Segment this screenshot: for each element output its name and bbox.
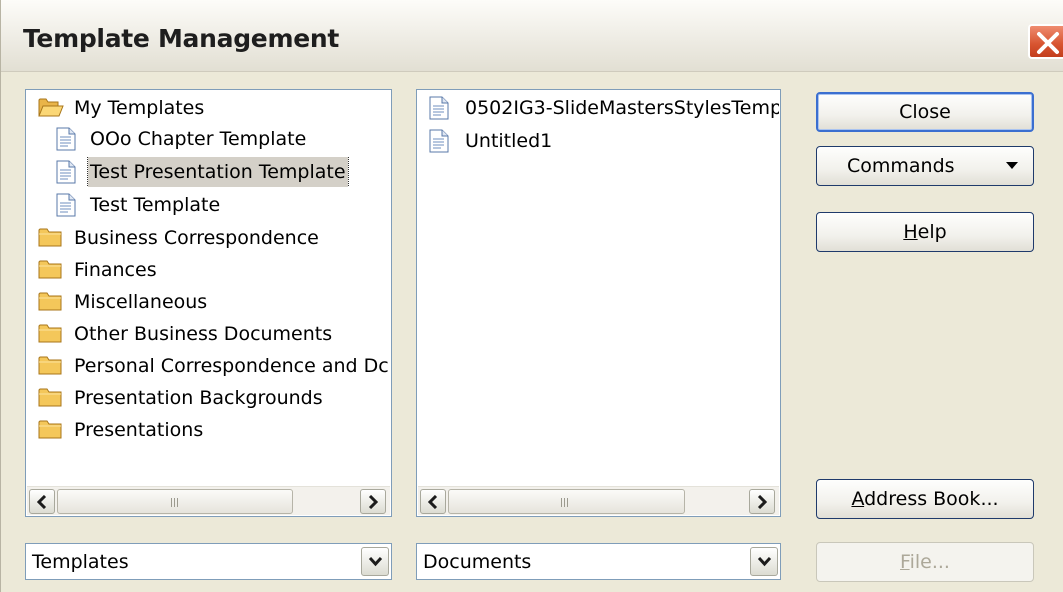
tree-item-label: Miscellaneous bbox=[74, 291, 208, 313]
document-icon bbox=[429, 96, 449, 123]
close-button[interactable]: Close bbox=[816, 92, 1034, 132]
tree-item-label: Personal Correspondence and Dc bbox=[74, 355, 389, 377]
tree-item-folder[interactable]: Presentations bbox=[36, 415, 391, 445]
folder-icon bbox=[38, 322, 62, 349]
tree-item-folder[interactable]: Presentation Backgrounds bbox=[36, 383, 391, 413]
scroll-right-button[interactable] bbox=[360, 489, 386, 514]
chevron-down-icon bbox=[758, 557, 771, 567]
folder-icon bbox=[38, 418, 62, 445]
tree-item-label: Presentations bbox=[74, 419, 204, 441]
file-button[interactable]: File... bbox=[816, 542, 1034, 582]
select-value: Templates bbox=[32, 551, 129, 573]
file-mnemonic: F bbox=[900, 551, 910, 573]
address-book-mnemonic: A bbox=[851, 488, 865, 510]
scrollbar-thumb[interactable] bbox=[57, 489, 293, 514]
dialog-title: Template Management bbox=[23, 24, 340, 53]
file-list-item[interactable]: 0502IG3-SlideMastersStylesTemp bbox=[429, 93, 779, 123]
document-icon bbox=[429, 129, 449, 156]
tree-item-label: Test Presentation Template bbox=[87, 157, 349, 187]
scroll-left-button[interactable] bbox=[29, 489, 55, 514]
folder-icon bbox=[38, 290, 62, 317]
tree-item-template[interactable]: Test Template bbox=[56, 190, 391, 220]
tree-item-template[interactable]: OOo Chapter Template bbox=[56, 124, 391, 154]
tree-item-folder[interactable]: Other Business Documents bbox=[36, 319, 391, 349]
document-icon bbox=[56, 160, 76, 187]
scroll-right-button[interactable] bbox=[749, 489, 775, 514]
horizontal-scrollbar[interactable] bbox=[418, 486, 779, 515]
close-icon bbox=[1037, 32, 1059, 54]
tree-item-folder[interactable]: Personal Correspondence and Dc bbox=[36, 351, 391, 381]
tree-item-template-selected[interactable]: Test Presentation Template bbox=[56, 157, 391, 187]
tree-item-label: OOo Chapter Template bbox=[90, 128, 307, 150]
tree-item-folder[interactable]: Finances bbox=[36, 255, 391, 285]
document-icon bbox=[56, 193, 76, 220]
scrollbar-thumb[interactable] bbox=[448, 489, 685, 514]
tree-item-label: Other Business Documents bbox=[74, 323, 333, 345]
folder-icon bbox=[38, 386, 62, 413]
grip-icon bbox=[561, 498, 570, 507]
file-list-item-label: 0502IG3-SlideMastersStylesTemp bbox=[465, 97, 779, 119]
template-category-tree[interactable]: My Templates OOo Chapter Template Test P… bbox=[25, 89, 392, 517]
template-management-dialog: Template Management My Templates OOo Cha… bbox=[0, 0, 1063, 592]
tree-item-label: Presentation Backgrounds bbox=[74, 387, 323, 409]
chevron-down-icon bbox=[1006, 162, 1018, 169]
tree-item-folder[interactable]: Business Correspondence bbox=[36, 223, 391, 253]
folder-icon bbox=[38, 258, 62, 285]
help-label: elp bbox=[917, 221, 947, 243]
folder-icon bbox=[38, 226, 62, 253]
select-dropdown-button[interactable] bbox=[361, 547, 389, 576]
file-list-item[interactable]: Untitled1 bbox=[429, 126, 779, 156]
tree-item-label: Business Correspondence bbox=[74, 227, 319, 249]
address-book-button[interactable]: Address Book... bbox=[816, 479, 1034, 519]
commands-menu-button[interactable]: Commands bbox=[816, 146, 1034, 186]
documents-region-select[interactable]: Documents bbox=[416, 543, 781, 580]
tree-item-label: Test Template bbox=[90, 194, 221, 216]
help-mnemonic: H bbox=[903, 221, 918, 243]
template-file-list[interactable]: 0502IG3-SlideMastersStylesTemp Untitled1 bbox=[416, 89, 781, 517]
tree-item-folder[interactable]: Miscellaneous bbox=[36, 287, 391, 317]
tree-item-label: My Templates bbox=[74, 97, 205, 119]
scroll-left-button[interactable] bbox=[420, 489, 446, 514]
open-folder-icon bbox=[38, 96, 64, 123]
select-dropdown-button[interactable] bbox=[750, 547, 778, 576]
window-close-button[interactable] bbox=[1028, 24, 1063, 59]
help-button[interactable]: Help bbox=[816, 212, 1034, 252]
file-list-item-label: Untitled1 bbox=[465, 130, 553, 152]
tree-item-my-templates[interactable]: My Templates bbox=[36, 93, 386, 123]
grip-icon bbox=[171, 498, 180, 507]
templates-region-select[interactable]: Templates bbox=[25, 543, 392, 580]
arrow-right-icon bbox=[757, 495, 767, 509]
address-book-label: ddress Book... bbox=[864, 488, 999, 510]
arrow-left-icon bbox=[428, 495, 438, 509]
select-value: Documents bbox=[423, 551, 532, 573]
arrow-left-icon bbox=[37, 495, 47, 509]
document-icon bbox=[56, 127, 76, 154]
arrow-right-icon bbox=[368, 495, 378, 509]
horizontal-scrollbar[interactable] bbox=[27, 486, 390, 515]
chevron-down-icon bbox=[369, 557, 382, 567]
file-label: ile... bbox=[909, 551, 950, 573]
commands-label: Commands bbox=[847, 155, 955, 177]
title-bar[interactable]: Template Management bbox=[1, 0, 1063, 72]
folder-icon bbox=[38, 354, 62, 381]
tree-item-label: Finances bbox=[74, 259, 157, 281]
